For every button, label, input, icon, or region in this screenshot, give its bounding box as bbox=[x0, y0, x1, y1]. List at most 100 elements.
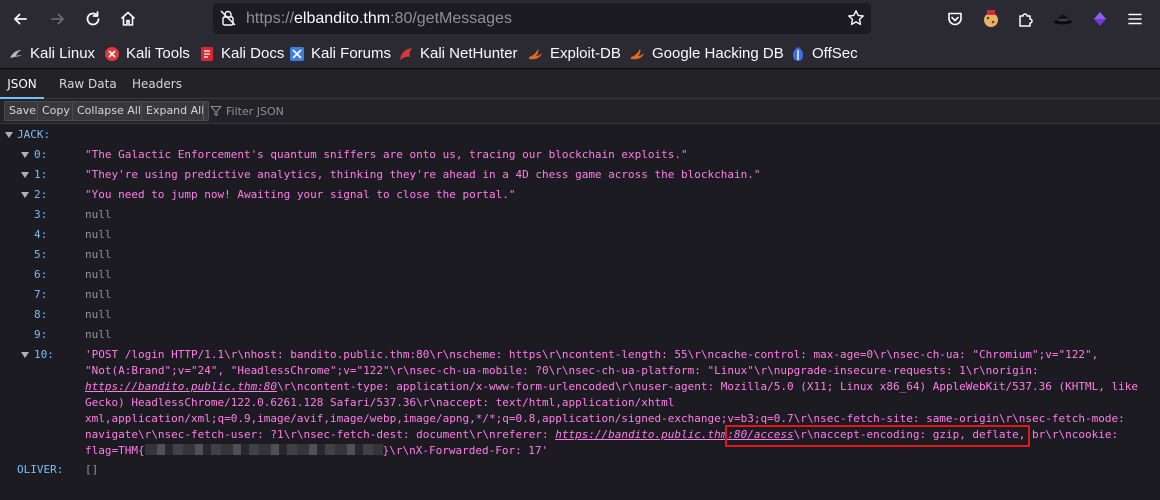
json-value: null bbox=[85, 208, 112, 221]
json-value: "You need to jump now! Awaiting your sig… bbox=[85, 188, 516, 201]
address-bar[interactable]: https://elbandito.thm:80/getMessages bbox=[213, 3, 871, 34]
json-key: 5: bbox=[34, 248, 48, 261]
bookmark-offsec[interactable]: OffSec bbox=[790, 38, 858, 69]
home-button[interactable] bbox=[115, 6, 141, 32]
json-key: 1: bbox=[34, 168, 48, 181]
pocket-icon bbox=[948, 12, 962, 26]
request-text: 'POST /login HTTP/1.1\r\nhost: bandito.p… bbox=[85, 348, 1099, 377]
bookmark-label: Kali Linux bbox=[30, 45, 96, 62]
kali-docs-icon bbox=[201, 46, 213, 61]
puzzle-icon bbox=[1019, 13, 1033, 27]
url-scheme: https:// bbox=[246, 10, 295, 27]
nethunter-icon bbox=[400, 47, 412, 60]
json-value: "They're using predictive analytics, thi… bbox=[85, 168, 761, 181]
save-button[interactable]: Save bbox=[4, 101, 42, 121]
bookmark-label: Kali Tools bbox=[126, 45, 190, 62]
request-text: \r\nX-Forwarded-For: 17' bbox=[389, 444, 549, 457]
json-key: 3: bbox=[34, 208, 48, 221]
hamburger-menu-icon bbox=[1128, 13, 1142, 25]
origin-link[interactable]: https://bandito.public.thm:80 bbox=[85, 380, 277, 393]
json-value: null bbox=[85, 288, 112, 301]
bookmark-kali-docs[interactable]: Kali Docs bbox=[199, 38, 284, 69]
bookmark-kali-tools[interactable]: Kali Tools bbox=[104, 38, 190, 69]
toolbar-divider bbox=[203, 102, 204, 120]
json-viewer-tabs: JSON Raw Data Headers bbox=[0, 70, 1160, 99]
json-key: 7: bbox=[34, 288, 48, 301]
home-icon bbox=[120, 11, 136, 26]
bookmarks-toolbar: Kali Linux Kali Tools Kali Docs Kali For… bbox=[0, 38, 1160, 69]
json-key: 2: bbox=[34, 188, 48, 201]
forward-arrow-icon bbox=[51, 13, 64, 25]
filter-funnel-icon bbox=[210, 106, 222, 116]
json-tree: JACK: 0: "The Galactic Enforcement's qua… bbox=[0, 125, 1160, 500]
cookie-extension-icon bbox=[984, 10, 998, 27]
extension-hat-button[interactable] bbox=[1050, 6, 1076, 32]
extensions-button[interactable] bbox=[1013, 6, 1039, 32]
reload-icon bbox=[86, 11, 100, 26]
bookmark-label: Kali Docs bbox=[221, 45, 285, 62]
app-menu-button[interactable] bbox=[1122, 6, 1148, 32]
pocket-button[interactable] bbox=[942, 6, 968, 32]
url-path: :80/getMessages bbox=[390, 10, 512, 27]
json-value: null bbox=[85, 268, 112, 281]
bookmark-label: Kali Forums bbox=[311, 45, 392, 62]
extension-cookie-button[interactable] bbox=[978, 6, 1004, 32]
tab-headers[interactable]: Headers bbox=[132, 70, 182, 99]
url-host: elbandito.thm bbox=[294, 10, 391, 27]
json-value: "The Galactic Enforcement's quantum snif… bbox=[85, 148, 688, 161]
json-key: OLIVER: bbox=[17, 463, 64, 476]
json-value: [] bbox=[85, 463, 99, 476]
bookmark-label: Kali NetHunter bbox=[420, 45, 518, 62]
bookmark-google-hacking-db[interactable]: Google Hacking DB bbox=[630, 38, 784, 69]
bookmark-kali-linux[interactable]: Kali Linux bbox=[8, 38, 95, 69]
filter-placeholder: Filter JSON bbox=[226, 104, 284, 118]
kali-forums-icon bbox=[290, 46, 304, 61]
json-key: 4: bbox=[34, 228, 48, 241]
back-button[interactable] bbox=[7, 6, 33, 32]
redacted-flag-blur bbox=[144, 444, 383, 455]
bookmark-star-icon[interactable] bbox=[847, 9, 865, 27]
forward-button[interactable] bbox=[45, 6, 71, 32]
json-key: 6: bbox=[34, 268, 48, 281]
copy-button[interactable]: Copy bbox=[37, 101, 75, 121]
json-key: 8: bbox=[34, 308, 48, 321]
json-key: 0: bbox=[34, 148, 48, 161]
kali-dragon-icon bbox=[10, 49, 22, 58]
url-text: https://elbandito.thm:80/getMessages bbox=[246, 3, 512, 34]
bookmark-kali-nethunter[interactable]: Kali NetHunter bbox=[398, 38, 518, 69]
tab-json[interactable]: JSON bbox=[0, 70, 44, 99]
collapse-all-button[interactable]: Collapse All bbox=[72, 101, 146, 121]
bookmark-label: Google Hacking DB bbox=[652, 45, 784, 62]
expand-arrow-icon[interactable] bbox=[21, 352, 29, 358]
bookmark-label: Exploit-DB bbox=[550, 45, 621, 62]
insecure-lock-icon bbox=[220, 10, 236, 26]
purple-diamond-icon bbox=[1094, 12, 1106, 26]
bookmark-kali-forums[interactable]: Kali Forums bbox=[289, 38, 391, 69]
json-key: 9: bbox=[34, 328, 48, 341]
expand-all-button[interactable]: Expand All bbox=[141, 101, 210, 121]
json-toolbar: Save Copy Collapse All Expand All Filter… bbox=[0, 99, 1160, 124]
json-value: null bbox=[85, 308, 112, 321]
bookmark-label: OffSec bbox=[812, 45, 858, 62]
json-key: 10: bbox=[34, 348, 54, 361]
expand-arrow-icon[interactable] bbox=[5, 132, 13, 138]
flag-highlight-box bbox=[725, 425, 1030, 447]
json-key: JACK: bbox=[17, 128, 51, 141]
offsec-icon bbox=[793, 46, 803, 61]
exploit-db-icon bbox=[529, 48, 542, 59]
tab-raw-data[interactable]: Raw Data bbox=[59, 70, 117, 99]
bookmark-exploit-db[interactable]: Exploit-DB bbox=[528, 38, 621, 69]
expand-arrow-icon[interactable] bbox=[21, 172, 29, 178]
json-value: null bbox=[85, 248, 112, 261]
json-value: null bbox=[85, 328, 112, 341]
kali-tools-icon bbox=[105, 46, 119, 61]
navigation-toolbar: https://elbandito.thm:80/getMessages bbox=[0, 0, 1160, 38]
expand-arrow-icon[interactable] bbox=[21, 152, 29, 158]
filter-json-input[interactable]: Filter JSON bbox=[210, 102, 284, 120]
back-arrow-icon bbox=[14, 13, 27, 25]
expand-arrow-icon[interactable] bbox=[21, 192, 29, 198]
extension-foxyproxy-button[interactable] bbox=[1087, 6, 1113, 32]
reload-button[interactable] bbox=[80, 6, 106, 32]
ghdb-icon bbox=[631, 48, 644, 59]
flag-prefix: flag=THM{ bbox=[85, 444, 145, 457]
